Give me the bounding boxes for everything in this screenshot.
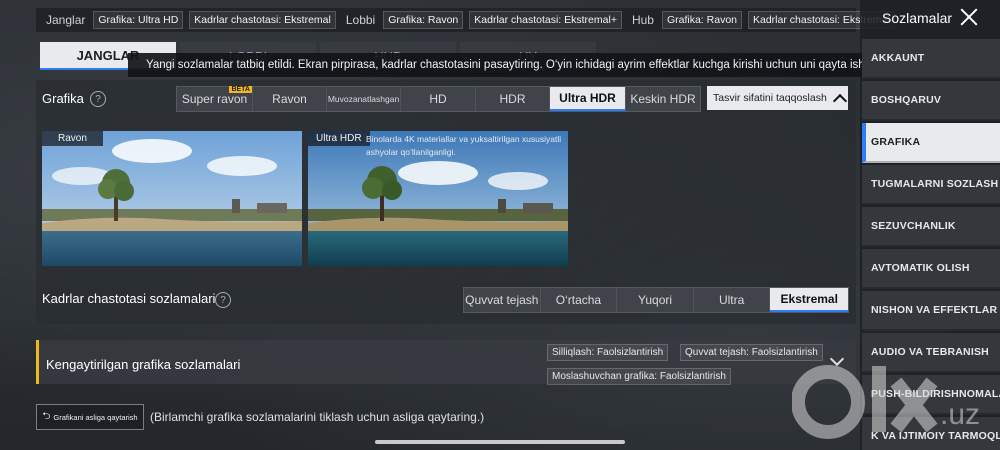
preview-ultra-hdr: Ultra HDR Binolarda 4K materiallar va yu…	[308, 131, 568, 266]
undo-icon: ⮌	[42, 410, 51, 422]
fps-option-extreme[interactable]: Ekstremal	[770, 288, 849, 312]
settings-summary-bar: Janglar Grafika: Ultra HD Kadrlar chasto…	[36, 8, 895, 32]
advanced-chip: Moslashuvchan grafika: Faolsizlantirish	[547, 368, 731, 385]
help-icon[interactable]: ?	[215, 292, 231, 308]
compare-quality-label: Tasvir sifatini taqqoslash	[713, 92, 827, 104]
landscape-image	[42, 131, 302, 266]
fps-option-ultra[interactable]: Ultra	[694, 288, 771, 312]
notification-toast: Yangi sozlamalar tatbiq etildi. Ekran pi…	[128, 53, 862, 77]
advanced-graphics-title: Kengaytirilgan grafika sozlamalari	[46, 357, 241, 372]
graphics-quality-selector: Super ravon BETA Ravon Muvozanatlashgan …	[176, 86, 701, 112]
help-icon[interactable]: ?	[90, 91, 106, 107]
fps-label: Kadrlar chastotasi sozlamalari	[42, 291, 216, 306]
sidebar-item-account[interactable]: AKKAUNT	[862, 39, 1000, 79]
sidebar-item-buttons[interactable]: TUGMALARNI SOZLASH	[862, 165, 1000, 205]
summary-chip: Grafika: Ravon	[383, 11, 464, 29]
sidebar-item-sensitivity[interactable]: SEZUVCHANLIK	[862, 207, 1000, 247]
fps-option-power-save[interactable]: Quvvat tejash	[464, 288, 541, 312]
graphics-option-ultra-hdr[interactable]: Ultra HDR	[550, 87, 626, 111]
reset-note: (Birlamchi grafika sozlamalarini tiklash…	[150, 410, 485, 424]
sidebar-item-auto-pickup[interactable]: AVTOMATIK OLISH	[862, 249, 1000, 289]
sidebar-item-effects[interactable]: NISHON VA EFFEKTLAR	[862, 291, 1000, 331]
summary-group-lobby: Lobbi	[345, 13, 376, 27]
fps-option-medium[interactable]: O‘rtacha	[541, 288, 618, 312]
preview-description: Binolarda 4K materiallar va yuksaltirilg…	[366, 134, 562, 157]
beta-badge: BETA	[229, 86, 252, 93]
graphics-option-balanced[interactable]: Muvozanatlashgan	[327, 87, 401, 111]
preview-label: Ultra HDR	[308, 131, 370, 146]
summary-chip: Grafika: Ravon	[661, 11, 742, 29]
advanced-chip: Silliqlash: Faolsizlantirish	[547, 344, 669, 361]
summary-group-battles: Janglar	[46, 13, 86, 27]
svg-text:.uz: .uz	[940, 398, 980, 431]
chevron-up-icon	[832, 93, 847, 108]
summary-chip: Kadrlar chastotasi: Ekstremal	[189, 11, 336, 29]
advanced-chip: Quvvat tejash: Faolsizlantirish	[680, 344, 823, 361]
close-icon[interactable]	[958, 6, 980, 28]
home-indicator	[375, 440, 625, 444]
olx-watermark-logo: .uz	[792, 365, 980, 439]
summary-chip: Kadrlar chastotasi: Ekstremal+	[469, 11, 622, 29]
summary-chip: Grafika: Ultra HD	[93, 11, 184, 29]
graphics-label: Grafika	[42, 91, 84, 106]
sidebar-title: Sozlamalar	[882, 10, 953, 26]
sidebar-item-graphics[interactable]: GRAFIKA	[862, 123, 1000, 163]
preview-smooth: Ravon	[42, 131, 302, 266]
fps-selector: Quvvat tejash O‘rtacha Yuqori Ultra Ekst…	[463, 287, 849, 313]
graphics-option-extreme-hdr[interactable]: Keskin HDR	[626, 87, 700, 111]
compare-quality-button[interactable]: Tasvir sifatini taqqoslash	[707, 86, 848, 110]
graphics-option-smooth[interactable]: Ravon	[253, 87, 327, 111]
graphics-option-hd[interactable]: HD	[401, 87, 476, 111]
graphics-option-super-smooth[interactable]: Super ravon BETA	[177, 86, 253, 111]
reset-graphics-button[interactable]: ⮌ Grafikani asliga qaytarish	[36, 404, 144, 430]
preview-label: Ravon	[42, 131, 103, 146]
advanced-graphics-row[interactable]: Kengaytirilgan grafika sozlamalari Silli…	[36, 340, 856, 385]
fps-option-high[interactable]: Yuqori	[617, 288, 694, 312]
graphics-option-hdr[interactable]: HDR	[476, 87, 550, 111]
summary-group-hub: Hub	[631, 13, 654, 27]
sidebar-item-controls[interactable]: BOSHQARUV	[862, 81, 1000, 121]
